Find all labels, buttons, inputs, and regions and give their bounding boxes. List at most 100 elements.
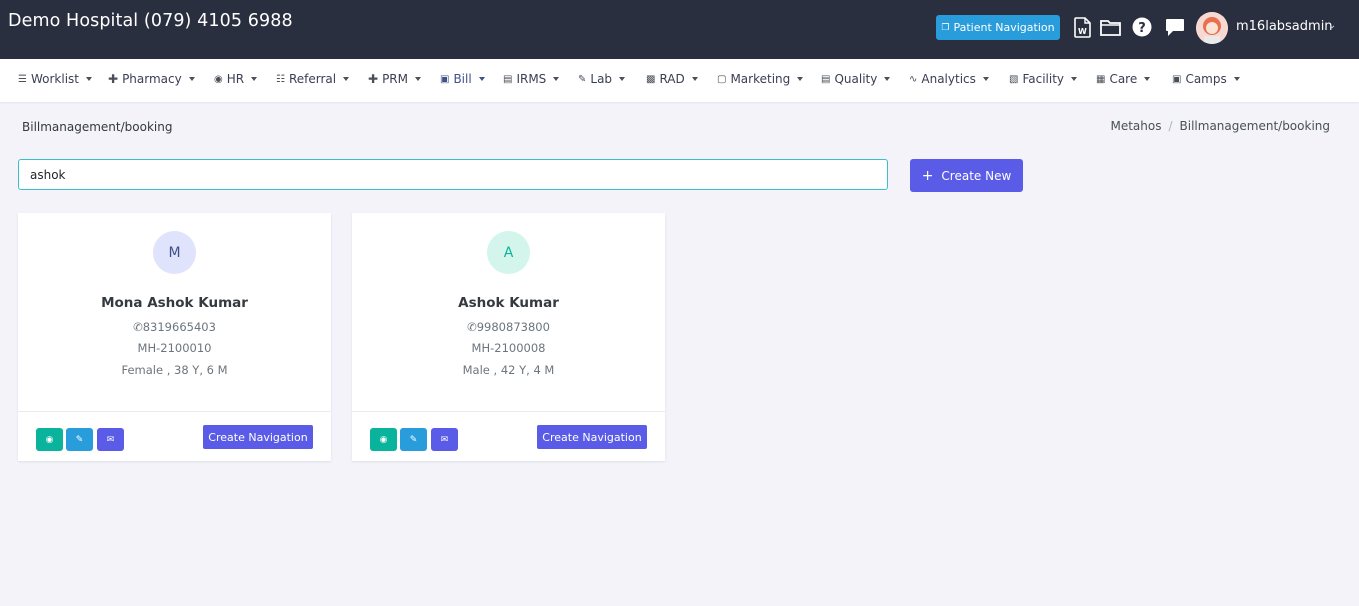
patient-phone: ✆8319665403 [18,320,331,334]
nav-label: Lab [590,72,613,86]
patient-card: M Mona Ashok Kumar ✆8319665403 MH-210001… [18,213,331,461]
create-navigation-button[interactable]: Create Navigation [537,425,647,449]
breadcrumb-item-current: Billmanagement/booking [1179,119,1330,133]
bag-icon: ▢ [717,73,727,85]
user-list-icon: ☷ [276,73,285,85]
caret-down-icon [1233,77,1240,81]
caret-down-icon [982,77,989,81]
caret-down-icon [478,77,485,81]
nav-lab[interactable]: ✎ Lab [578,72,626,86]
patient-card: A Ashok Kumar ✆9980873800 MH-2100008 Mal… [352,213,665,461]
chevron-down-icon[interactable]: ⌄ [1328,20,1336,31]
view-button[interactable]: ◉ [36,428,63,451]
nav-hr[interactable]: ◉ HR [214,72,258,86]
phone-icon: ✆ [467,320,477,334]
caret-down-icon [85,77,92,81]
svg-text:W: W [1078,27,1087,36]
card-icon: ▤ [821,73,831,85]
patient-name: Ashok Kumar [458,295,559,311]
word-doc-icon[interactable]: W [1072,16,1094,38]
nav-label: Camps [1185,72,1227,86]
patient-navigation-button[interactable]: ❐ Patient Navigation [936,15,1060,40]
nav-worklist[interactable]: ☰ Worklist [18,72,92,86]
user-circle-icon: ◉ [214,73,223,85]
list-icon: ☰ [18,73,27,85]
patient-phone: ✆9980873800 [352,320,665,334]
svg-text:?: ? [1138,21,1146,36]
chat-icon[interactable] [1164,16,1186,38]
card-icon: ▤ [503,73,513,85]
patient-navigation-label: Patient Navigation [953,21,1055,34]
patient-phone-number: 8319665403 [142,320,216,334]
plus-icon: + [921,167,934,184]
nav-camps[interactable]: ▣ Camps [1172,72,1240,86]
caret-down-icon [797,77,804,81]
nav-marketing[interactable]: ▢ Marketing [717,72,804,86]
phone-icon: ✆ [133,320,143,334]
nav-label: HR [226,72,245,86]
caret-down-icon [884,77,891,81]
nav-label: RAD [659,72,685,86]
nav-pharmacy[interactable]: ✚ Pharmacy [108,72,195,86]
view-button[interactable]: ◉ [370,428,397,451]
plus-icon: ✚ [368,72,379,86]
nav-rad[interactable]: ▩ RAD [646,72,698,86]
username[interactable]: m16labsadmin [1236,19,1333,34]
message-button[interactable]: ✉ [97,428,124,451]
briefcase-icon: ▣ [1172,73,1182,85]
nav-facility[interactable]: ▧ Facility [1009,72,1078,86]
card-divider [18,411,331,412]
nav-analytics[interactable]: ∿ Analytics [909,72,989,86]
mail-icon: ✉ [106,434,115,445]
caret-down-icon [343,77,350,81]
pencil-icon: ✎ [409,434,418,445]
patient-initial-avatar: A [487,231,530,274]
nav-quality[interactable]: ▤ Quality [821,72,891,86]
card-divider [352,411,665,412]
nav-label: PRM [382,72,408,86]
caret-down-icon [1144,77,1151,81]
create-new-label: Create New [941,168,1012,183]
search-input[interactable] [18,159,888,190]
create-new-button[interactable]: + Create New [910,159,1023,192]
avatar[interactable] [1196,12,1228,44]
nav-label: Marketing [730,72,791,86]
create-navigation-button[interactable]: Create Navigation [203,425,313,449]
breadcrumb-separator: / [1168,119,1173,133]
nav-irms[interactable]: ▤ IRMS [503,72,560,86]
bed-icon: ▦ [1096,73,1106,85]
caret-down-icon [553,77,560,81]
caret-down-icon [188,77,195,81]
nav-label: Care [1109,72,1138,86]
nav-label: Bill [453,72,472,86]
pulse-icon: ∿ [909,73,918,85]
copy-icon: ❐ [941,22,950,33]
caret-down-icon [415,77,421,81]
nav-bill[interactable]: ▣ Bill [440,72,485,86]
nav-care[interactable]: ▦ Care [1096,72,1151,86]
breadcrumb-item-home[interactable]: Metahos [1110,119,1161,133]
message-button[interactable]: ✉ [431,428,458,451]
breadcrumb: Metahos / Billmanagement/booking [1110,119,1330,133]
nav-label: Quality [834,72,878,86]
nav-label: Analytics [921,72,976,86]
pen-icon: ✎ [578,73,587,85]
edit-button[interactable]: ✎ [400,428,427,451]
nav-prm[interactable]: ✚ PRM [368,72,421,86]
file-icon: ▩ [646,73,656,85]
folder-icon[interactable] [1099,16,1121,38]
plus-icon: ✚ [108,72,119,86]
pencil-icon: ✎ [75,434,84,445]
caret-down-icon [619,77,626,81]
patient-demographics: Male , 42 Y, 4 M [462,363,555,377]
caret-down-icon [251,77,258,81]
hospital-title: Demo Hospital (079) 4105 6988 [8,11,293,31]
help-icon[interactable]: ? [1131,16,1153,38]
edit-button[interactable]: ✎ [66,428,93,451]
nav-label: Facility [1022,72,1065,86]
nav-label: IRMS [516,72,547,86]
mail-icon: ✉ [440,434,449,445]
caret-down-icon [691,77,698,81]
nav-referral[interactable]: ☷ Referral [276,72,350,86]
nav-label: Referral [288,72,337,86]
